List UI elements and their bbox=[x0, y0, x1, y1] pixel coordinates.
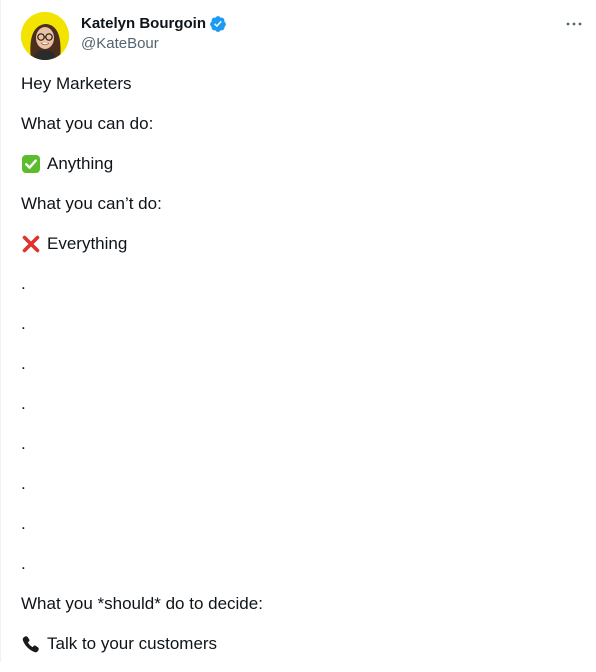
tweet-line: . bbox=[21, 312, 576, 336]
tweet-line-text: Anything bbox=[47, 154, 114, 173]
tweet-line: Talk to your customers bbox=[21, 632, 576, 656]
more-options-button[interactable] bbox=[564, 14, 584, 34]
tweet-dot: . bbox=[21, 274, 26, 293]
tweet-dot: . bbox=[21, 394, 26, 413]
author-display-name[interactable]: Katelyn Bourgoin bbox=[81, 14, 206, 34]
tweet-line: . bbox=[21, 352, 576, 376]
tweet-line: Hey Marketers bbox=[21, 72, 576, 96]
tweet-line: . bbox=[21, 432, 576, 456]
tweet-line: . bbox=[21, 472, 576, 496]
tweet-text: Hey Marketers What you can do: Anything Wha… bbox=[21, 72, 576, 672]
tweet-line: . bbox=[21, 272, 576, 296]
check-mark-icon bbox=[21, 154, 41, 174]
tweet-line: Anything bbox=[21, 152, 576, 176]
tweet-dot: . bbox=[21, 434, 26, 453]
more-dots-icon bbox=[566, 22, 582, 26]
author-handle[interactable]: @KateBour bbox=[81, 34, 159, 54]
tweet-line: What you can’t do: bbox=[21, 192, 576, 216]
tweet-line-text: What you can do: bbox=[21, 114, 154, 133]
tweet-line: . bbox=[21, 392, 576, 416]
author-name-row: Katelyn Bourgoin bbox=[81, 14, 227, 34]
tweet-line: What you *should* do to decide: bbox=[21, 592, 576, 616]
verified-badge-icon[interactable] bbox=[209, 15, 227, 33]
tweet-line: . bbox=[21, 512, 576, 536]
tweet-line-text: Everything bbox=[47, 234, 128, 253]
tweet-line: Everything bbox=[21, 232, 576, 256]
tweet-dot: . bbox=[21, 554, 26, 573]
tweet-dot: . bbox=[21, 354, 26, 373]
tweet-dot: . bbox=[21, 514, 26, 533]
tweet-line: What you can do: bbox=[21, 112, 576, 136]
tweet-card: Katelyn Bourgoin @KateBour Hey Marketers… bbox=[0, 0, 596, 662]
avatar[interactable] bbox=[21, 12, 69, 60]
tweet-line-text: What you can’t do: bbox=[21, 194, 162, 213]
avatar-image bbox=[21, 12, 69, 60]
tweet-dot: . bbox=[21, 314, 26, 333]
tweet-dot: . bbox=[21, 474, 26, 493]
tweet-line-text: Hey Marketers bbox=[21, 74, 132, 93]
tweet-line: . bbox=[21, 552, 576, 576]
telephone-icon bbox=[21, 634, 41, 654]
tweet-line-text: What you *should* do to decide: bbox=[21, 594, 263, 613]
cross-mark-icon bbox=[21, 234, 41, 254]
tweet-line-text: Talk to your customers bbox=[47, 634, 218, 653]
